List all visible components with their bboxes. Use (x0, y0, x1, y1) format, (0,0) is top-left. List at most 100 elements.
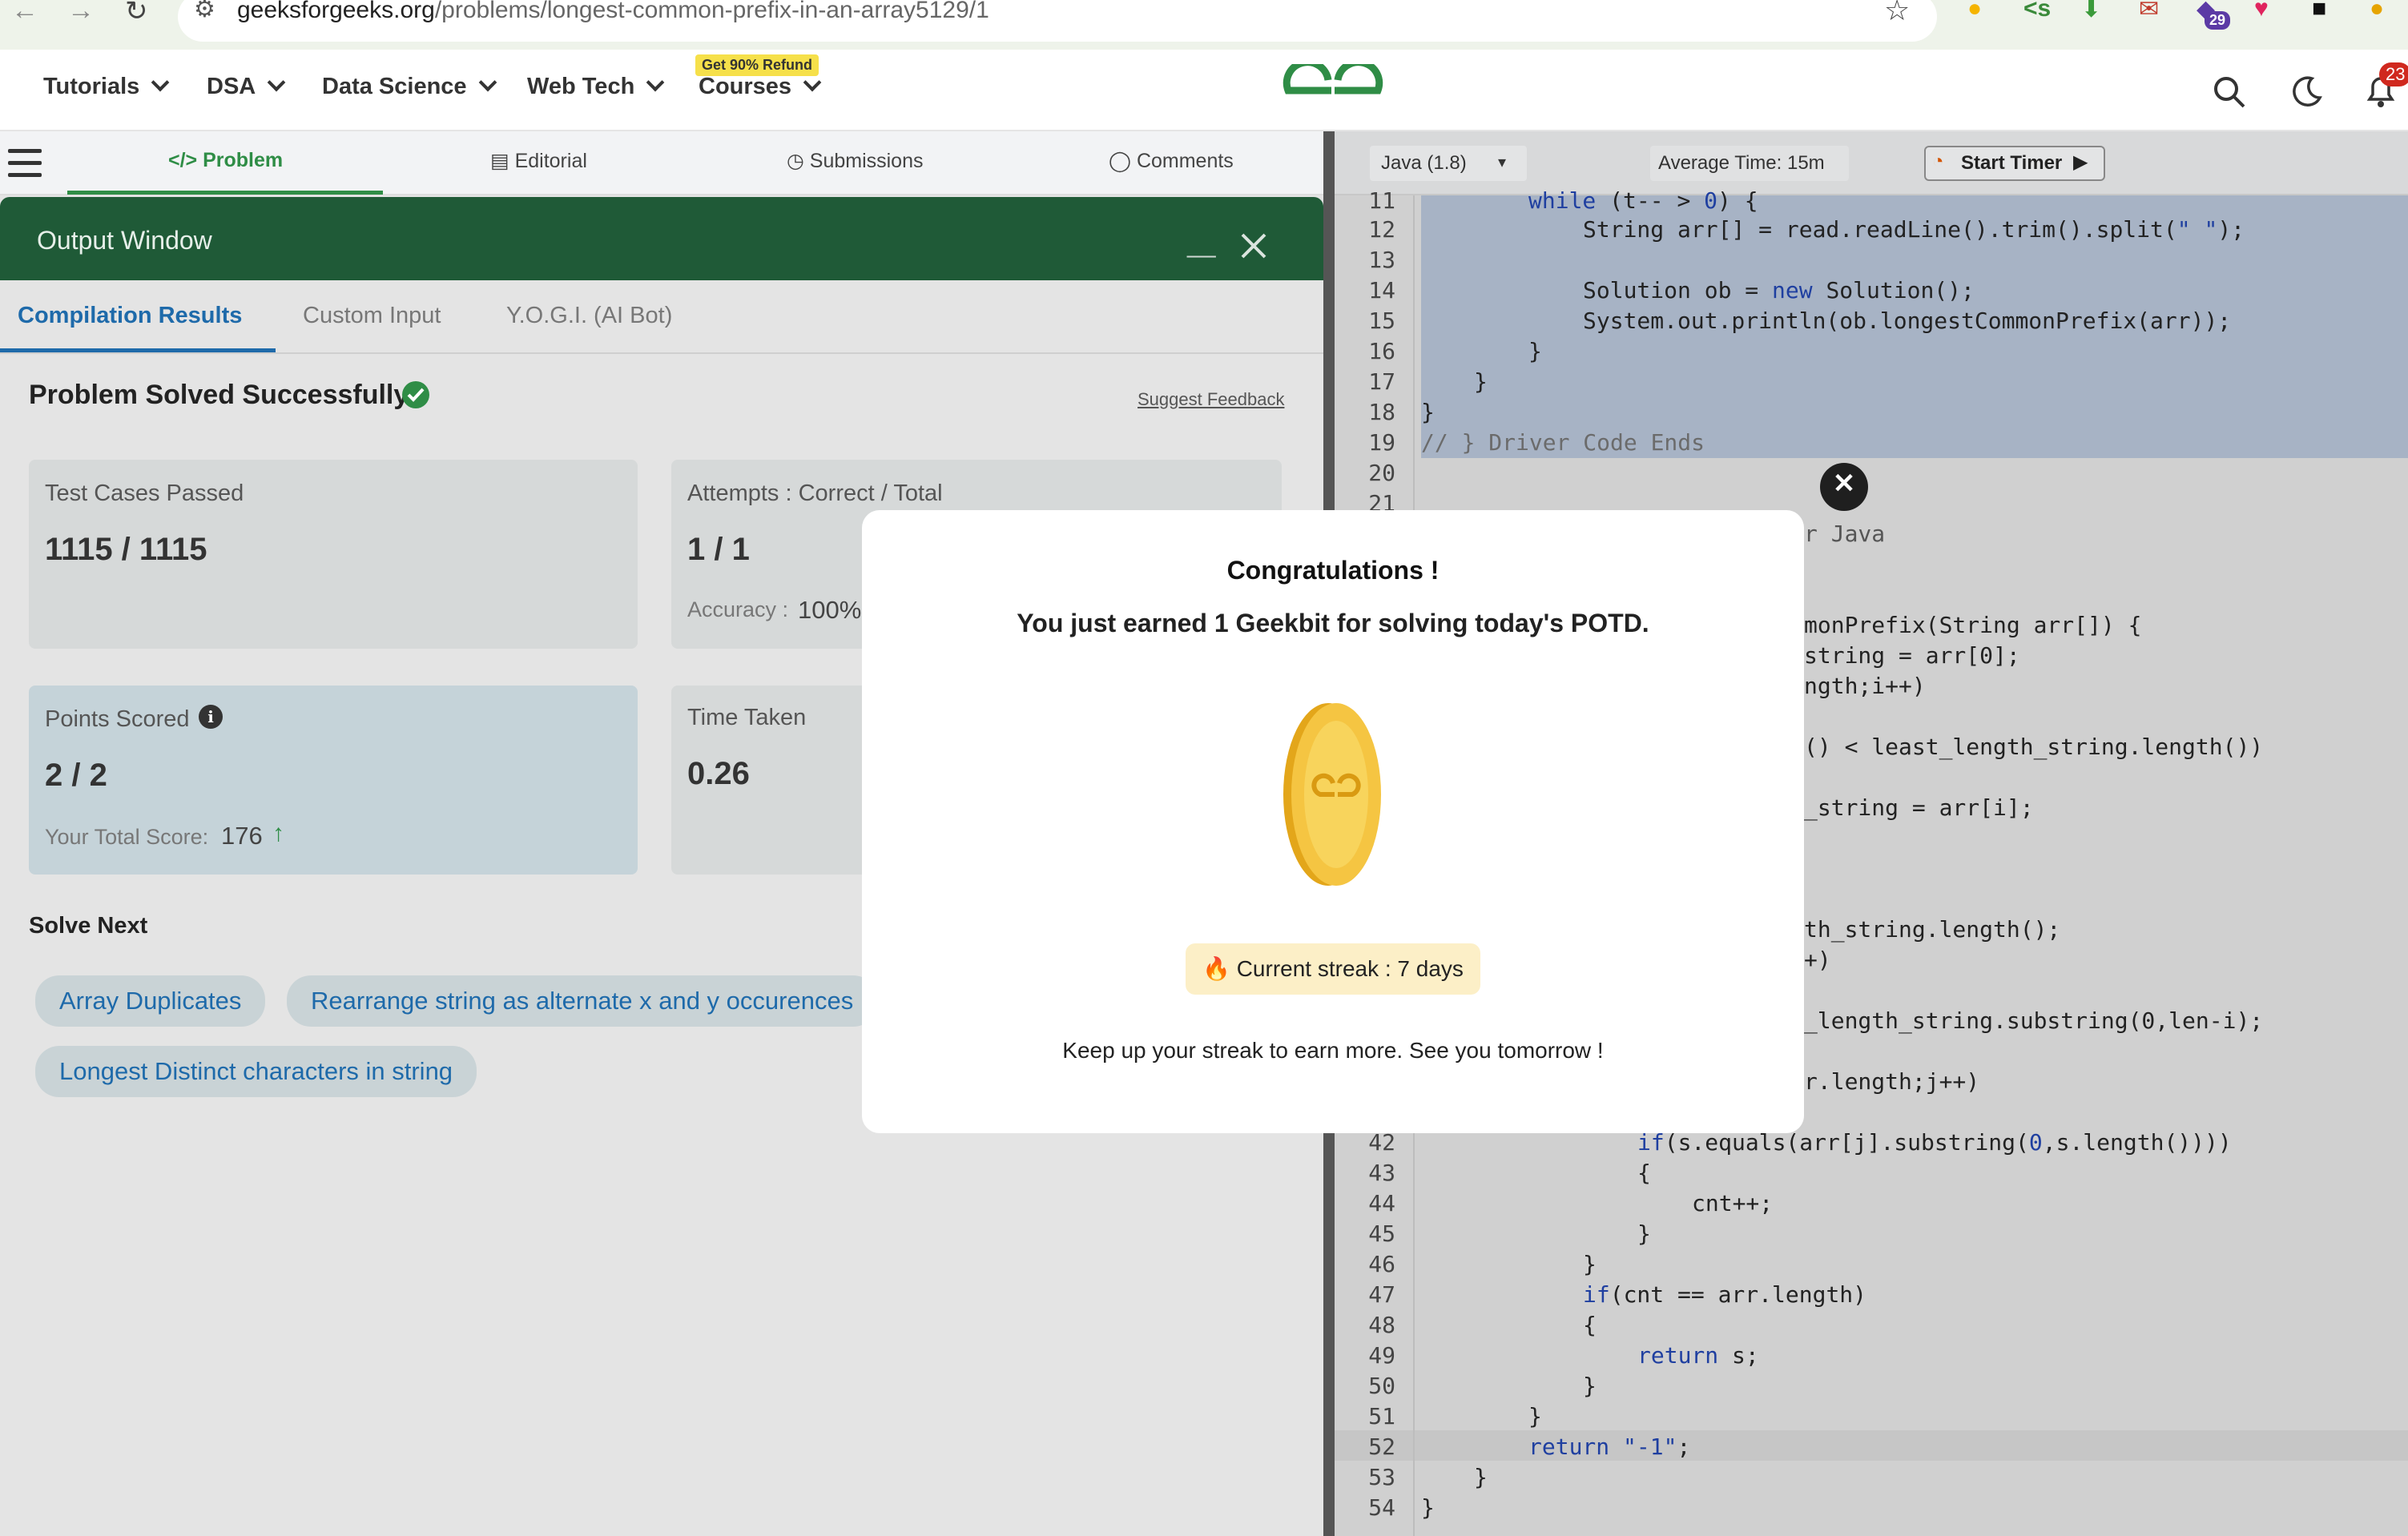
solve-next-chip[interactable]: Array Duplicates (35, 975, 266, 1027)
line-number: 44 (1368, 1190, 1395, 1216)
url-text[interactable]: geeksforgeeks.org/problems/longest-commo… (237, 0, 989, 24)
nav-tutorials-label: Tutorials (43, 74, 140, 99)
code-fragment: _string = arr[i]; (1804, 794, 2034, 821)
search-icon[interactable] (2213, 75, 2246, 109)
tab-comments-label: Comments (1136, 150, 1234, 172)
bookmark-star-icon[interactable]: ☆ (1884, 0, 1910, 27)
code-fragment: th_string.length(); (1804, 916, 2061, 943)
line-number: 13 (1368, 247, 1395, 273)
modal-subtitle: You just earned 1 Geekbit for solving to… (1017, 609, 1649, 637)
code-icon: </> (168, 149, 203, 171)
chevron-down-icon (267, 73, 286, 92)
code-line: { (1637, 1160, 1651, 1186)
info-icon[interactable]: i (199, 705, 223, 729)
url-path: /problems/longest-common-prefix-in-an-ar… (434, 0, 989, 23)
code-fragment: +) (1804, 947, 1831, 973)
code-line: Solution ob = new Solution(); (1583, 277, 1975, 304)
gfg-logo-icon[interactable] (1282, 64, 1384, 117)
modal-title: Congratulations ! (1226, 556, 1440, 585)
refund-badge: Get 90% Refund (695, 54, 819, 76)
hamburger-menu-icon[interactable] (8, 149, 42, 178)
line-number: 43 (1368, 1160, 1395, 1186)
pocket-extension-icon[interactable]: ♥ (2254, 0, 2269, 22)
test-cases-value: 1115 / 1115 (45, 532, 207, 567)
line-number: 19 (1368, 429, 1395, 456)
solve-next-chip[interactable]: Rearrange string as alternate x and y oc… (287, 975, 878, 1027)
code-line: String arr[] = read.readLine().trim().sp… (1583, 216, 2245, 243)
code-line: } (1421, 399, 1435, 425)
points-label: Points Scored (45, 706, 190, 732)
tab-editorial[interactable]: ▤ Editorial (490, 149, 587, 173)
code-extension-icon[interactable]: <s (2023, 0, 2051, 22)
suggest-feedback-link[interactable]: Suggest Feedback (1138, 389, 1284, 410)
nav-data-science-label: Data Science (322, 74, 467, 99)
tab-problem[interactable]: </> Problem (168, 149, 283, 172)
tab-editorial-label: Editorial (514, 150, 587, 172)
code-line: } (1474, 368, 1488, 395)
tab-problem-label: Problem (203, 149, 284, 171)
notification-count-badge: 23 (2379, 62, 2408, 86)
back-icon[interactable]: ← (11, 0, 38, 26)
output-close-icon[interactable] (1240, 232, 1267, 259)
start-timer-label: Start Timer (1961, 152, 2063, 174)
code-line: } (1583, 1373, 1597, 1399)
success-check-icon (402, 381, 429, 408)
code-fragment: r Java (1804, 521, 1886, 547)
arrow-up-icon: ↑ (272, 820, 284, 846)
subtab-custom-input[interactable]: Custom Input (303, 303, 441, 329)
dark-mode-icon[interactable] (2291, 75, 2323, 107)
nav-web-tech[interactable]: Web Tech (527, 73, 665, 100)
reload-icon[interactable]: ↻ (125, 0, 148, 27)
status-heading: Problem Solved Successfully (29, 380, 409, 410)
close-icon: ✕ (1832, 468, 1856, 499)
bulb-extension-icon[interactable]: ● (1967, 0, 1982, 22)
nav-dsa-label: DSA (207, 74, 256, 99)
comment-icon: ◯ (1109, 150, 1137, 172)
line-number: 49 (1368, 1342, 1395, 1369)
code-line: } (1528, 338, 1542, 364)
line-number: 17 (1368, 368, 1395, 395)
nav-dsa[interactable]: DSA (207, 73, 286, 100)
profile-avatar[interactable]: ● (2370, 0, 2384, 22)
nav-courses[interactable]: Courses (699, 73, 822, 100)
play-circle-icon: ▶ (2073, 151, 2088, 173)
subtab-yogi-ai-bot[interactable]: Y.O.G.I. (AI Bot) (506, 303, 672, 329)
accuracy-value: 100% (798, 596, 862, 624)
code-line: } (1528, 1403, 1542, 1429)
solve-next-chip[interactable]: Longest Distinct characters in string (35, 1046, 477, 1097)
solve-next-heading: Solve Next (29, 913, 148, 939)
glasses-extension-icon[interactable]: ■ (2312, 0, 2326, 22)
nav-data-science[interactable]: Data Science (322, 73, 497, 100)
active-subtab-indicator (0, 348, 276, 352)
line-number: 11 (1368, 187, 1395, 214)
code-line: { (1583, 1312, 1597, 1338)
download-extension-icon[interactable]: ⬇ (2081, 0, 2101, 23)
tab-comments[interactable]: ◯ Comments (1109, 149, 1234, 173)
chevron-down-icon (646, 73, 665, 92)
code-line: return "-1"; (1528, 1433, 1691, 1460)
mail-extension-icon[interactable]: ✉ (2139, 0, 2159, 23)
language-select-value: Java (1.8) (1381, 152, 1467, 174)
minimize-button[interactable]: __ (1187, 229, 1216, 259)
subtab-compilation-results[interactable]: Compilation Results (18, 303, 242, 329)
test-cases-label: Test Cases Passed (45, 481, 244, 506)
forward-icon[interactable]: → (67, 0, 95, 26)
nav-courses-label: Courses (699, 74, 792, 99)
code-line: } (1474, 1464, 1488, 1490)
chevron-down-icon (803, 73, 822, 92)
nav-tutorials[interactable]: Tutorials (43, 73, 170, 100)
line-number: 47 (1368, 1281, 1395, 1308)
accuracy-label: Accuracy : (687, 597, 789, 621)
code-line: cnt++; (1692, 1190, 1774, 1216)
site-info-icon[interactable]: ⚙ (194, 0, 215, 23)
tab-submissions[interactable]: ◷ Submissions (787, 149, 924, 173)
line-number: 18 (1368, 399, 1395, 425)
total-score-label: Your Total Score: (45, 825, 209, 849)
output-window-title: Output Window (37, 226, 212, 255)
code-fragment: _length_string.substring(0,len-i); (1804, 1007, 2264, 1034)
attempts-label: Attempts : Correct / Total (687, 481, 943, 506)
active-line-highlight (1335, 1430, 2408, 1461)
line-number: 20 (1368, 460, 1395, 486)
line-number: 45 (1368, 1220, 1395, 1247)
code-line: System.out.println(ob.longestCommonPrefi… (1583, 308, 2232, 334)
